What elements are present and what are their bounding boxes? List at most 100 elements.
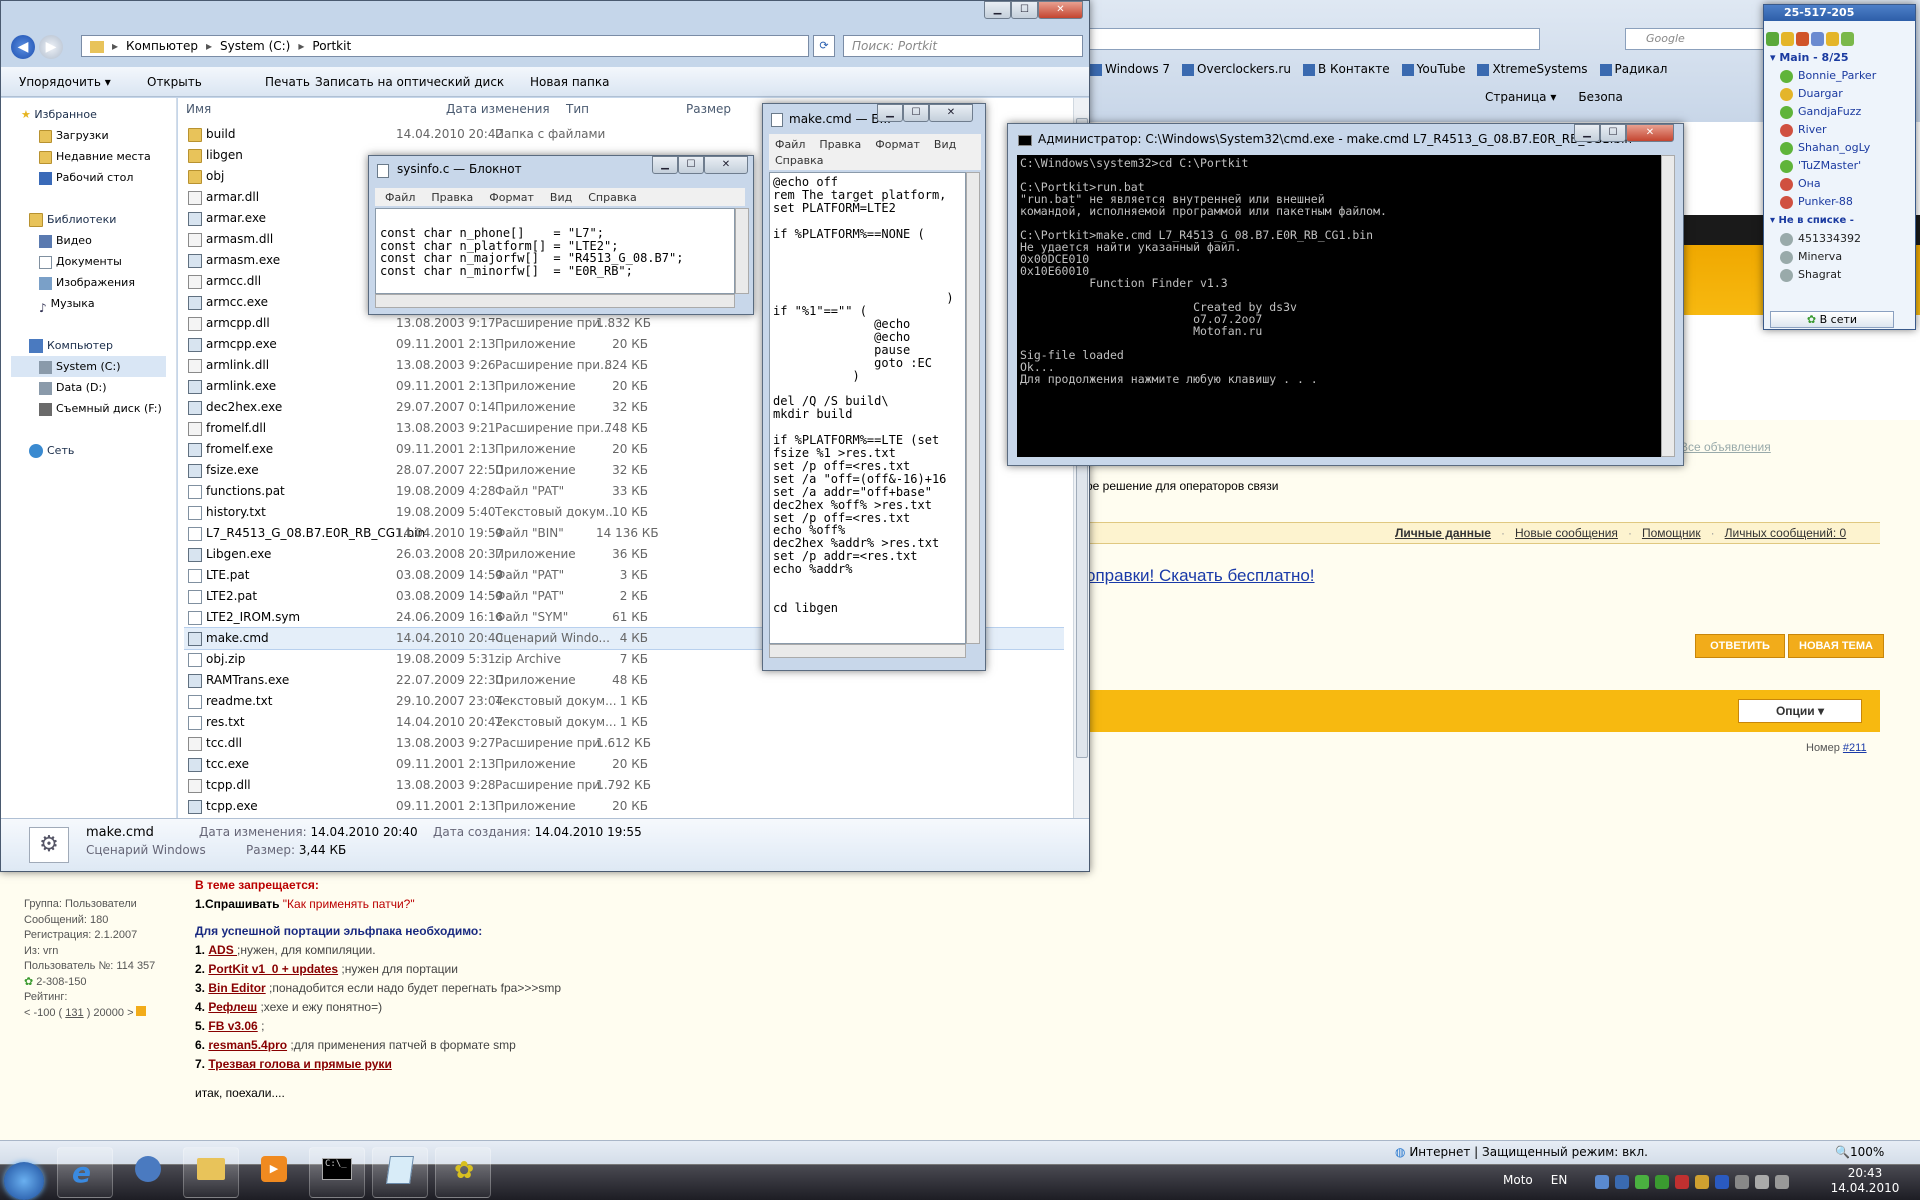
contact-item[interactable]: Punker-88: [1780, 193, 1853, 211]
file-row[interactable]: res.txt 14.04.2010 20:42 Текстовый докум..…: [184, 712, 654, 733]
nav-drive-f[interactable]: Съемный диск (F:): [39, 398, 162, 419]
file-row[interactable]: fromelf.dll 13.08.2003 9:21 Расширение при…: [184, 418, 654, 439]
close-button[interactable]: ✕: [929, 104, 973, 122]
qip-group-main[interactable]: ▾ Main - 8/25: [1770, 51, 1849, 64]
file-row[interactable]: build 14.04.2010 20:42 Папка с файлами: [184, 124, 654, 145]
clock[interactable]: 20:43 14.04.2010: [1830, 1166, 1900, 1196]
reply-button[interactable]: ОТВЕТИТЬ: [1695, 634, 1785, 658]
nav-drive-c[interactable]: System (C:): [11, 356, 166, 377]
menu-item[interactable]: Файл: [775, 137, 805, 153]
qip-group-notlist[interactable]: ▾ Не в списке -: [1770, 215, 1854, 226]
user-menu-link[interactable]: Новые сообщения: [1515, 526, 1618, 540]
antivirus-tray-icon[interactable]: [1615, 1175, 1629, 1189]
file-row[interactable]: readme.txt 29.10.2007 23:04 Текстовый доку…: [184, 691, 654, 712]
favorites-section[interactable]: ★ Избранное: [21, 104, 97, 125]
file-row[interactable]: history.txt 19.08.2009 5:40 Текстовый доку…: [184, 502, 654, 523]
maximize-button[interactable]: ☐: [1600, 124, 1626, 142]
file-row[interactable]: LTE2_IROM.sym 24.06.2009 16:16 Файл "SYM" 6…: [184, 607, 654, 628]
rating-link[interactable]: 131: [65, 1007, 83, 1019]
file-row[interactable]: L7_R4513_G_08.B7.E0R_RB_CG1.bin 14.04.201…: [184, 523, 659, 544]
browser-search-box[interactable]: Google: [1625, 28, 1765, 50]
options-button[interactable]: Опции ▾: [1738, 699, 1862, 723]
file-row[interactable]: armcpp.exe 09.11.2001 2:13 Приложение 20 КБ: [184, 334, 654, 355]
contact-item[interactable]: 'TuZMaster': [1780, 157, 1861, 175]
text-area[interactable]: const char n_phone[] = "L7"; const char …: [375, 208, 735, 294]
file-row[interactable]: LTE.pat 03.08.2009 14:59 Файл "PAT" 3 КБ: [184, 565, 654, 586]
taskbar-cmd[interactable]: C:\_: [309, 1147, 365, 1198]
console-output[interactable]: C:\Windows\system32>cd C:\Portkit C:\Por…: [1017, 155, 1661, 457]
bluetooth-tray-icon[interactable]: [1715, 1175, 1729, 1189]
file-row[interactable]: tcc.dll 13.08.2003 9:27 Расширение при... 1…: [184, 733, 654, 754]
minimize-button[interactable]: ▁: [652, 156, 678, 174]
taskbar-media-player[interactable]: ▶: [246, 1147, 302, 1198]
contact-item[interactable]: Shagrat: [1780, 266, 1841, 284]
nav-drive-d[interactable]: Data (D:): [39, 377, 107, 398]
minimize-button[interactable]: ▁: [877, 104, 903, 122]
contact-item[interactable]: 451334392: [1780, 230, 1861, 248]
bookmark-link[interactable]: В Контакте: [1302, 62, 1390, 80]
new-topic-button[interactable]: НОВАЯ ТЕМА: [1788, 634, 1884, 658]
security-tray-icon[interactable]: [1695, 1175, 1709, 1189]
requirement-link[interactable]: Трезвая голова и прямые руки: [208, 1057, 391, 1071]
column-size[interactable]: Размер: [686, 102, 731, 116]
user-menu-link[interactable]: Помощник: [1642, 526, 1701, 540]
nav-desktop[interactable]: Рабочий стол: [39, 167, 133, 188]
minimize-button[interactable]: ▁: [1574, 124, 1600, 142]
operators-link[interactable]: ое решение для операторов связи: [1086, 479, 1278, 493]
user-menu-link[interactable]: Личные данные: [1395, 526, 1491, 540]
start-button[interactable]: [4, 1162, 44, 1200]
qip-icq-icon[interactable]: [1781, 32, 1794, 46]
menu-item[interactable]: Справка: [588, 191, 636, 204]
qip-jabber-icon[interactable]: [1811, 32, 1824, 46]
bookmark-link[interactable]: Радикал: [1599, 62, 1667, 80]
menu-item[interactable]: Правка: [819, 137, 861, 153]
download-banner-link[interactable]: оправки! Скачать бесплатно!: [1086, 566, 1315, 586]
toolbar-button[interactable]: Записать на оптический диск: [307, 67, 522, 96]
toolbar-button[interactable]: Новая папка: [522, 67, 642, 96]
forward-button[interactable]: ▶: [39, 35, 63, 59]
nav-documents[interactable]: Документы: [39, 251, 122, 272]
contact-item[interactable]: GandjaFuzz: [1780, 103, 1861, 121]
requirement-link[interactable]: resman5.4pro: [208, 1038, 287, 1052]
requirement-link[interactable]: Рефлеш: [208, 1000, 257, 1014]
maximize-button[interactable]: ☐: [1011, 1, 1038, 19]
file-row[interactable]: tcc.exe 09.11.2001 2:13 Приложение 20 КБ: [184, 754, 654, 775]
file-row[interactable]: dec2hex.exe 29.07.2007 0:14 Приложение 32 К…: [184, 397, 654, 418]
taskbar-icq[interactable]: ✿: [435, 1147, 491, 1198]
close-button[interactable]: ✕: [1626, 124, 1674, 142]
flag-tray-icon[interactable]: [1735, 1175, 1749, 1189]
file-row[interactable]: RAMTrans.exe 22.07.2009 22:30 Приложение 48…: [184, 670, 654, 691]
refresh-button[interactable]: ⟳: [813, 35, 835, 57]
file-row[interactable]: tcpp.dll 13.08.2003 9:28 Расширение при...…: [184, 775, 654, 796]
menu-item[interactable]: Формат: [875, 137, 920, 153]
shield-tray-icon[interactable]: [1675, 1175, 1689, 1189]
file-row[interactable]: obj.zip 19.08.2009 5:31 zip Archive 7 КБ: [184, 649, 654, 670]
menu-item[interactable]: Файл: [385, 191, 415, 204]
file-row[interactable]: functions.pat 19.08.2009 4:28 Файл "PAT" 33…: [184, 481, 654, 502]
menu-item[interactable]: Вид: [550, 191, 572, 204]
qip-tray-icon[interactable]: [1635, 1175, 1649, 1189]
nav-music[interactable]: ♪ Музыка: [39, 293, 95, 315]
menu-item[interactable]: Вид: [934, 137, 956, 153]
taskbar-notepad[interactable]: [372, 1147, 428, 1198]
breadcrumb-item[interactable]: Portkit: [312, 39, 351, 53]
contact-item[interactable]: Duargar: [1780, 85, 1843, 103]
requirement-link[interactable]: FB v3.06: [208, 1019, 257, 1033]
file-row[interactable]: fromelf.exe 09.11.2001 2:13 Приложение 20 К…: [184, 439, 654, 460]
qip-status-button[interactable]: ✿ В сети: [1770, 311, 1894, 328]
qip-search-icon[interactable]: [1841, 32, 1854, 46]
file-row[interactable]: tcpp.exe 09.11.2001 2:13 Приложение 20 КБ: [184, 796, 654, 814]
file-row[interactable]: fsize.exe 28.07.2007 22:50 Приложение 32 КБ: [184, 460, 654, 481]
qip-history-icon[interactable]: [1826, 32, 1839, 46]
back-button[interactable]: ◀: [11, 35, 35, 59]
contact-item[interactable]: Она: [1780, 175, 1821, 193]
taskbar-explorer[interactable]: [183, 1147, 239, 1198]
file-row[interactable]: LTE2.pat 03.08.2009 14:59 Файл "PAT" 2 КБ: [184, 586, 654, 607]
toolbar-button[interactable]: Упорядочить ▾: [11, 67, 139, 96]
horizontal-scrollbar[interactable]: [769, 644, 966, 658]
network-section[interactable]: Сеть: [29, 440, 74, 461]
security-menu[interactable]: Безопа: [1578, 90, 1623, 104]
console-scrollbar[interactable]: [1661, 155, 1675, 457]
bookmark-link[interactable]: YouTube: [1401, 62, 1465, 80]
taskbar-ie[interactable]: e: [57, 1147, 113, 1198]
